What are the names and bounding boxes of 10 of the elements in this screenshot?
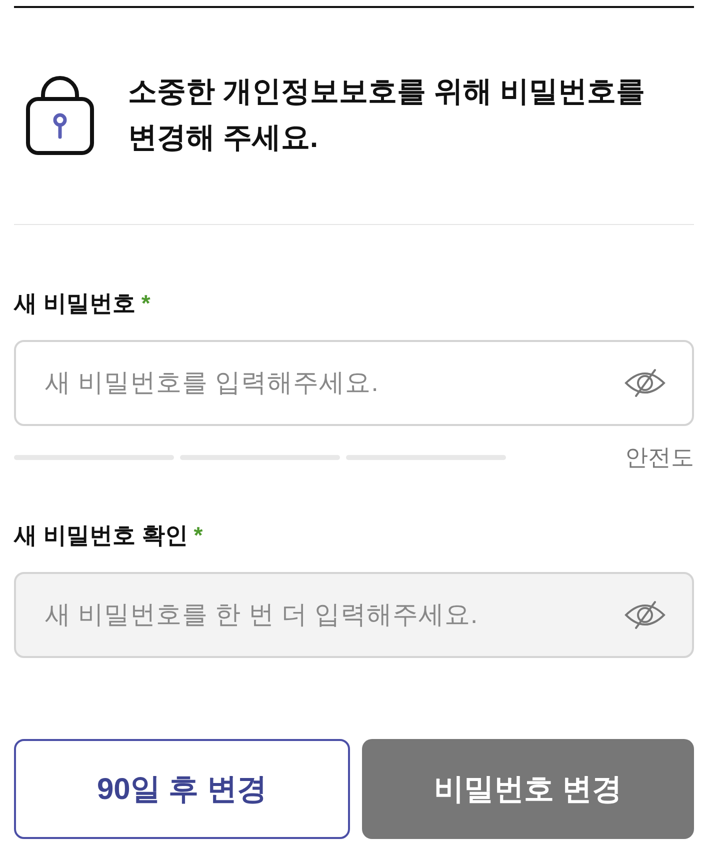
required-asterisk: * — [194, 521, 203, 550]
later-button[interactable]: 90일 후 변경 — [14, 739, 350, 839]
header-title: 소중한 개인정보보호를 위해 비밀번호를 변경해 주세요. — [128, 75, 646, 156]
field-label: 새 비밀번호 확인 — [14, 521, 188, 550]
required-asterisk: * — [141, 289, 150, 318]
lock-icon — [26, 76, 94, 154]
field-label: 새 비밀번호 — [14, 289, 136, 318]
password-field[interactable]: 새 비밀번호를 입력해주세요. — [14, 340, 694, 426]
strength-label: 안전도 — [625, 443, 694, 472]
eye-slash-icon[interactable] — [624, 368, 666, 398]
